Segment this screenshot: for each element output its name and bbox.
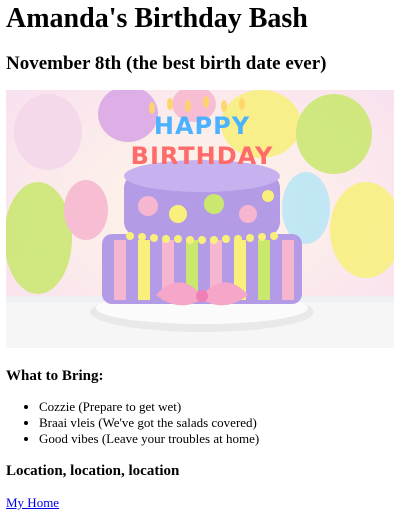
what-to-bring-heading: What to Bring: xyxy=(6,368,104,384)
birthday-cake-image: HAPPY BIRTHDAY xyxy=(6,90,394,348)
page-title: Amanda's Birthday Bash xyxy=(6,3,308,34)
home-link[interactable]: My Home xyxy=(6,495,59,511)
list-item: Cozzie (Prepare to get wet) xyxy=(39,399,259,415)
bring-list: Cozzie (Prepare to get wet) Braai vleis … xyxy=(0,399,259,447)
list-item: Braai vleis (We've got the salads covere… xyxy=(39,415,259,431)
svg-text:HAPPY: HAPPY xyxy=(154,112,250,140)
list-item: Good vibes (Leave your troubles at home) xyxy=(39,431,259,447)
svg-text:BIRTHDAY: BIRTHDAY xyxy=(131,142,274,170)
location-heading: Location, location, location xyxy=(6,463,180,479)
event-date-heading: November 8th (the best birth date ever) xyxy=(6,53,327,74)
